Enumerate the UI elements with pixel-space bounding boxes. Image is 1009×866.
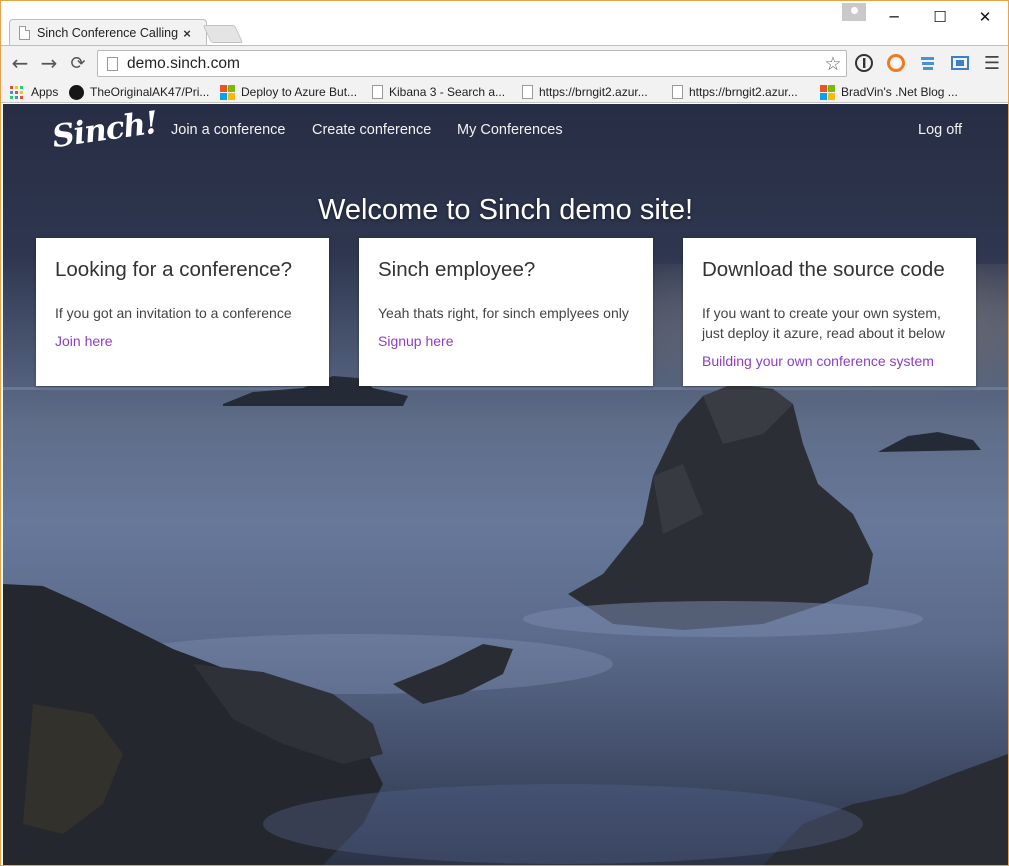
sinch-logo[interactable]: Sinch! [50,105,160,155]
bookmarks-bar: Apps TheOriginalAK47/Pri... Deploy to Az… [1,79,1008,103]
bookmark-apps[interactable]: Apps [10,83,58,101]
microsoft-icon [820,84,835,100]
card-title: Download the source code [702,258,945,281]
microsoft-icon [220,84,235,100]
card-source-code: Download the source code If you want to … [683,238,976,386]
page-title: Welcome to Sinch demo site! [317,194,694,226]
card-title: Looking for a conference? [55,258,293,281]
firefox-sync-icon[interactable] [885,52,907,74]
bookmark-github[interactable]: TheOriginalAK47/Pri... [69,83,209,101]
maximize-button[interactable]: ☐ [917,3,963,31]
back-button[interactable]: ← [8,50,32,76]
browser-tab-content[interactable]: Sinch Conference Calling × [19,21,209,45]
page-icon [522,85,533,99]
nav-create-conference[interactable]: Create conference [312,122,431,138]
github-icon [69,84,84,100]
forward-button[interactable]: → [37,50,61,76]
bookmark-bradvin[interactable]: BradVin's .Net Blog ... [820,83,958,101]
bookmark-kibana[interactable]: Kibana 3 - Search a... [372,83,505,101]
card-text: If you want to create your own system, j… [702,305,945,341]
bookmark-label: https://brngit2.azur... [539,85,648,99]
bookmark-brngit2-a[interactable]: https://brngit2.azur... [522,83,648,101]
card-text: Yeah thats right, for sinch emplyees onl… [378,305,629,321]
bookmark-label: Kibana 3 - Search a... [389,85,506,99]
signup-here-link[interactable]: Signup here [378,333,454,349]
browser-toolbar: ← → ⟳ demo.sinch.com ☆ ☰ [1,45,1008,79]
tab-close-icon[interactable]: × [180,26,194,41]
bookmark-label: BradVin's .Net Blog ... [841,85,958,99]
bookmark-label: https://brngit2.azur... [689,85,798,99]
minimize-button[interactable]: ─ [871,3,917,31]
bookmark-brngit2-b[interactable]: https://brngit2.azur... [672,83,798,101]
browser-window: Sinch Conference Calling × ─ ☐ ✕ ← → ⟳ d… [0,0,1009,866]
screenshot-extension-icon[interactable] [949,52,971,74]
profile-button[interactable] [842,3,866,21]
reload-button[interactable]: ⟳ [66,50,90,76]
card-title: Sinch employee? [378,258,536,281]
page-icon [19,26,30,40]
user-icon [850,7,858,14]
page-icon [107,56,118,71]
nav-log-off[interactable]: Log off [918,122,962,138]
nav-join-conference[interactable]: Join a conference [171,122,285,138]
bookmark-deploy-azure[interactable]: Deploy to Azure But... [220,83,357,101]
menu-icon[interactable]: ☰ [981,52,1003,74]
building-conference-system-link[interactable]: Building your own conference system [702,353,934,369]
tab-title: Sinch Conference Calling [37,26,179,40]
stack-extension-icon[interactable] [917,52,939,74]
page-icon [672,85,683,99]
bookmark-label: Apps [31,85,59,99]
close-window-button[interactable]: ✕ [962,3,1008,31]
bookmark-star-icon[interactable]: ☆ [820,53,846,75]
card-join: Looking for a conference? If you got an … [36,238,329,386]
apps-grid-icon [10,85,25,100]
url-text[interactable]: demo.sinch.com [127,55,820,73]
site-navbar: Sinch! Join a conference Create conferen… [3,104,1008,160]
page-icon [372,85,383,99]
password-manager-icon[interactable] [853,52,875,74]
title-bar: Sinch Conference Calling × ─ ☐ ✕ [1,1,1008,46]
card-employee: Sinch employee? Yeah thats right, for si… [359,238,653,386]
page-content: Sinch! Join a conference Create conferen… [3,104,1008,865]
bookmark-label: Deploy to Azure But... [241,85,358,99]
address-bar[interactable]: demo.sinch.com ☆ [97,50,847,77]
nav-my-conferences[interactable]: My Conferences [457,122,563,138]
join-here-link[interactable]: Join here [55,333,113,349]
card-text: If you got an invitation to a conference [55,305,292,321]
bookmark-label: TheOriginalAK47/Pri... [90,85,210,99]
